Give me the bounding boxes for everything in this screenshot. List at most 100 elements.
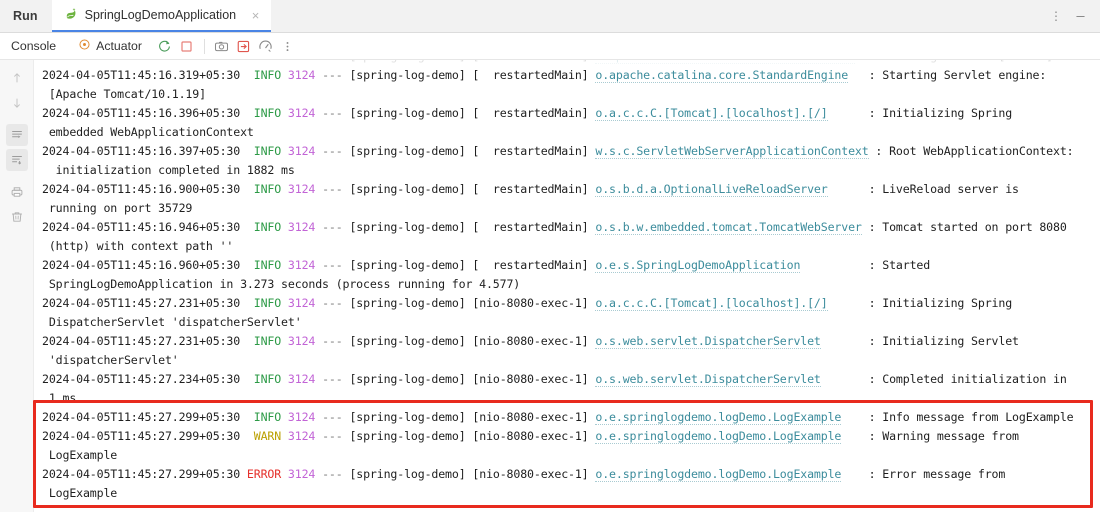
log-timestamp: 2024-04-05T11:45:16.946+05:30 [42,220,241,234]
log-logger-link[interactable]: o.e.springlogdemo.logDemo.LogExample [595,467,841,482]
more-options-icon[interactable]: ⋮ [1045,5,1067,27]
log-timestamp: 2024-04-05T11:45:16.396+05:30 [42,106,241,120]
rerun-icon[interactable] [154,36,176,56]
log-app-name: [spring-log-demo] [349,372,466,386]
log-space [240,429,254,443]
log-message: Starting service [Tomcat] [882,60,1053,63]
scroll-up-icon[interactable] [6,67,28,89]
log-colon: : [868,372,883,386]
log-line-continuation: 1 ms [42,389,1100,408]
log-thread: [nio-8080-exec-1] [472,467,589,481]
close-icon[interactable]: × [249,9,262,22]
export-icon[interactable] [233,36,255,56]
minimize-icon[interactable] [1069,5,1091,27]
log-pid: 3124 [287,429,316,443]
camera-icon[interactable] [211,36,233,56]
log-separator: --- [322,296,343,310]
log-separator: --- [322,467,343,481]
scroll-to-end-icon[interactable] [5,149,28,171]
log-logger-link[interactable]: o.s.web.servlet.DispatcherServlet [595,334,821,349]
log-pid: 3124 [287,467,316,481]
log-line-continuation: embedded WebApplicationContext [42,123,1100,142]
log-logger-link[interactable]: o.e.springlogdemo.logDemo.LogExample [595,429,841,444]
log-logger-link[interactable]: o.a.c.c.C.[Tomcat].[localhost].[/] [595,106,828,121]
log-colon: : [868,106,883,120]
log-level: INFO [253,296,282,310]
log-logger-link[interactable]: o.s.b.w.embedded.tomcat.TomcatWebServer [595,220,862,235]
spring-run-config-icon [64,7,78,24]
log-line-continuation: SpringLogDemoApplication in 3.273 second… [42,275,1100,294]
log-thread: [nio-8080-exec-1] [472,410,589,424]
log-logger-link[interactable]: o.apache.catalina.core.StandardService [595,60,855,64]
log-separator: --- [322,410,343,424]
scroll-down-icon[interactable] [6,92,28,114]
log-message: Tomcat started on port 8080 [882,220,1067,234]
log-line-continuation: DispatcherServlet 'dispatcherServlet' [42,313,1100,332]
log-logger-link[interactable]: o.a.c.c.C.[Tomcat].[localhost].[/] [595,296,828,311]
log-space [828,182,869,196]
log-level: INFO [253,372,282,386]
log-space [841,410,868,424]
log-timestamp: 2024-04-05T11:45:27.299+05:30 [42,410,241,424]
log-space [240,372,254,386]
log-separator: --- [322,429,343,443]
log-logger-link[interactable]: o.e.springlogdemo.logDemo.LogExample [595,410,841,425]
log-message: Initializing Servlet [882,334,1019,348]
console-output[interactable]: 2024-04-05T11:45:16.301+05:30 INFO 3124 … [34,60,1100,512]
log-thread: [ restartedMain] [472,144,589,158]
log-line-continuation: 'dispatcherServlet' [42,351,1100,370]
stop-icon[interactable] [176,36,198,56]
log-app-name: [spring-log-demo] [349,258,466,272]
log-line-continuation: running on port 35729 [42,199,1100,218]
log-continuation-text: LogExample [42,486,118,500]
log-timestamp: 2024-04-05T11:45:16.319+05:30 [42,68,241,82]
log-space [240,68,254,82]
log-line: 2024-04-05T11:45:16.396+05:30 INFO 3124 … [42,104,1100,123]
log-continuation-text: running on port 35729 [42,201,193,215]
log-colon: : [868,220,883,234]
log-line: 2024-04-05T11:45:16.301+05:30 INFO 3124 … [42,60,1100,66]
toolbar-more-icon[interactable] [277,36,299,56]
tab-actuator[interactable]: Actuator [78,38,154,54]
log-continuation-text: (http) with context path '' [42,239,234,253]
log-pid: 3124 [287,258,316,272]
log-colon: : [875,144,890,158]
log-space [281,258,288,272]
log-timestamp: 2024-04-05T11:45:27.231+05:30 [42,334,241,348]
log-logger-link[interactable]: o.s.b.d.a.OptionalLiveReloadServer [595,182,828,197]
trash-icon[interactable] [6,206,28,228]
profiler-icon[interactable] [255,36,277,56]
window-controls: ⋮ [1045,0,1100,32]
log-logger-link[interactable]: o.s.web.servlet.DispatcherServlet [595,372,821,387]
log-logger-link[interactable]: o.apache.catalina.core.StandardEngine [595,68,848,83]
log-timestamp: 2024-04-05T11:45:27.231+05:30 [42,296,241,310]
console-body: 2024-04-05T11:45:16.301+05:30 INFO 3124 … [0,60,1100,512]
run-tab-label: SpringLogDemoApplication [84,8,237,22]
log-app-name: [spring-log-demo] [349,106,466,120]
log-continuation-text: [Apache Tomcat/10.1.19] [42,87,206,101]
log-line-continuation: initialization completed in 1882 ms [42,161,1100,180]
log-colon: : [868,258,883,272]
soft-wrap-icon[interactable] [5,124,28,146]
tab-console[interactable]: Console [11,39,78,53]
log-colon: : [868,296,883,310]
log-colon: : [868,410,883,424]
log-continuation-text: LogExample [42,448,118,462]
log-logger-link[interactable]: o.e.s.SpringLogDemoApplication [595,258,800,273]
log-message: Initializing Spring [882,296,1013,310]
log-separator: --- [322,220,343,234]
log-thread: [nio-8080-exec-1] [472,296,589,310]
log-space [281,68,288,82]
log-space [848,68,869,82]
log-level: INFO [253,220,282,234]
log-message: Initializing Spring [882,106,1013,120]
log-pid: 3124 [287,334,316,348]
run-configuration-tab[interactable]: SpringLogDemoApplication × [51,0,272,32]
log-pid: 3124 [287,106,316,120]
log-thread: [nio-8080-exec-1] [472,429,589,443]
tool-window-title: Run [13,9,38,23]
print-icon[interactable] [6,181,28,203]
log-logger-link[interactable]: w.s.c.ServletWebServerApplicationContext [595,144,869,159]
log-space [841,429,868,443]
log-thread: [nio-8080-exec-1] [472,334,589,348]
